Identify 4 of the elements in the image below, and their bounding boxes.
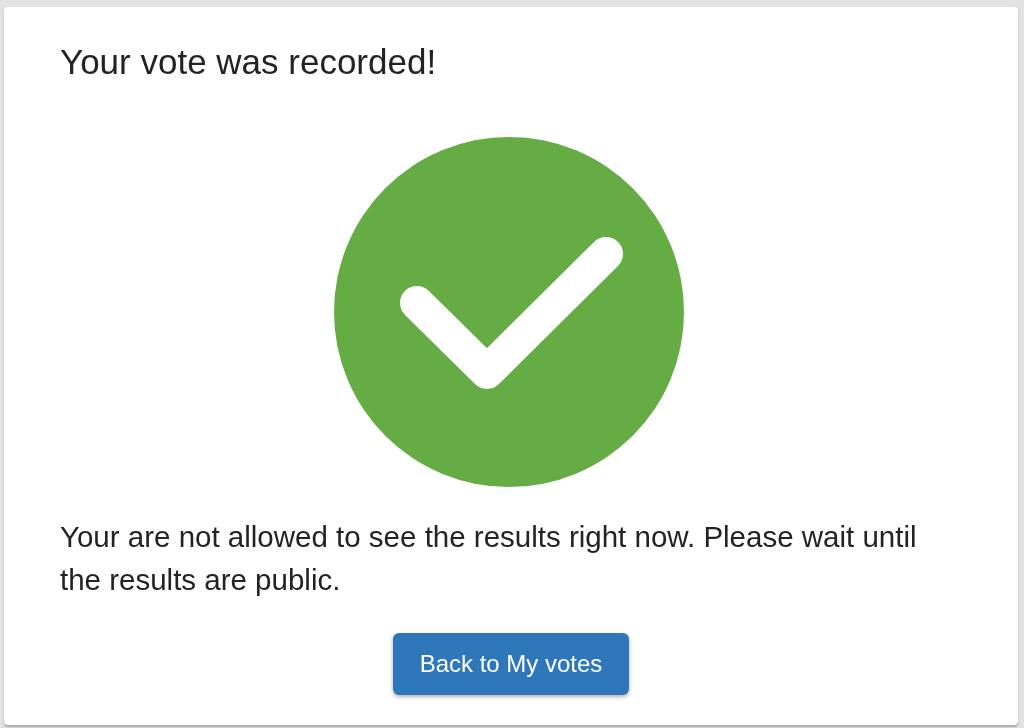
dialog-title: Your vote was recorded! <box>60 42 437 82</box>
message-text: Your are not allowed to see the results right now. Please wait until the results are public. <box>60 519 918 598</box>
back-button[interactable]: Back to My votes <box>392 633 630 695</box>
check-circle-icon <box>333 137 684 487</box>
